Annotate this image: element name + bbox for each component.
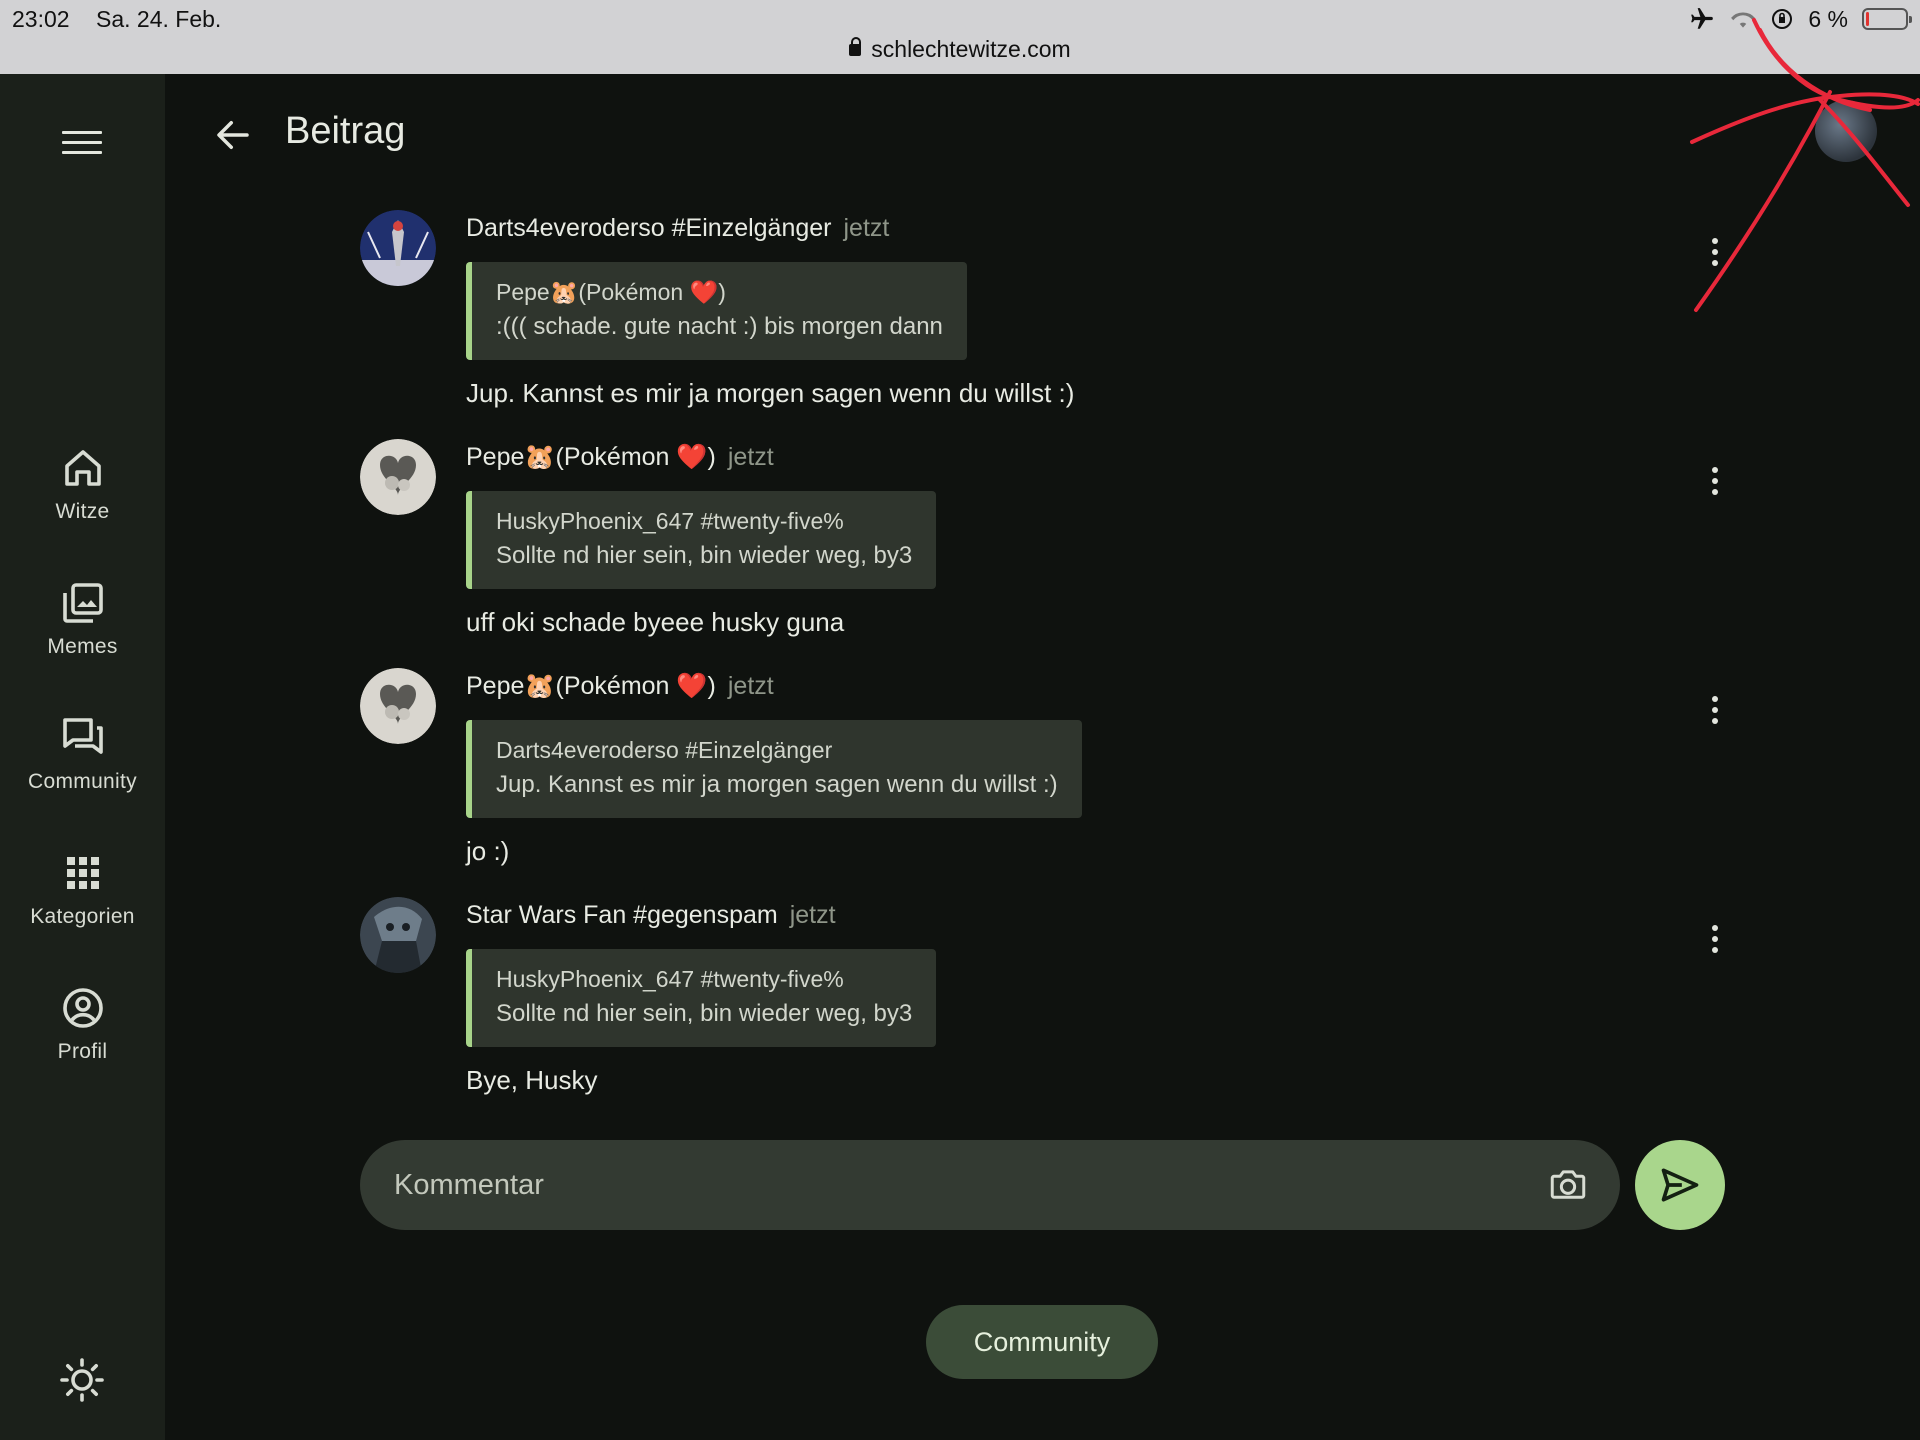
comment-time: jetzt — [843, 214, 890, 242]
browser-status-bar: 23:02 Sa. 24. Feb. 6 % schlechtewitze.co… — [0, 0, 1920, 74]
comment-time: jetzt — [727, 443, 774, 471]
comment-text: jo :) — [466, 836, 510, 866]
address-bar[interactable]: schlechtewitze.com — [0, 36, 1920, 63]
more-vert-icon — [1712, 925, 1718, 931]
quote-text: Sollte nd hier sein, bin wieder weg, by3 — [496, 1000, 913, 1027]
quote-author: Darts4everoderso #Einzelgänger — [496, 737, 833, 763]
comment-author[interactable]: Pepe🐹(Pokémon ❤️) — [466, 672, 716, 700]
grid-apps-icon — [66, 857, 99, 889]
account-circle-icon — [62, 988, 103, 1028]
nav-item-kategorien[interactable]: Kategorien — [0, 849, 165, 929]
status-date: Sa. 24. Feb. — [96, 6, 222, 32]
user-avatar[interactable] — [1815, 100, 1877, 162]
back-arrow-icon[interactable] — [212, 114, 254, 156]
quote-author: HuskyPhoenix_647 #twenty-five% — [496, 966, 844, 992]
send-button[interactable] — [1635, 1140, 1725, 1230]
airplane-icon — [1691, 8, 1714, 29]
comment-input[interactable] — [394, 1140, 1544, 1230]
nav-label-memes: Memes — [47, 635, 118, 658]
quoted-reply[interactable]: HuskyPhoenix_647 #twenty-five% Sollte nd… — [466, 491, 937, 589]
more-vert-icon — [1712, 467, 1718, 473]
battery-percent: 6 % — [1808, 5, 1848, 32]
quote-author: HuskyPhoenix_647 #twenty-five% — [496, 508, 844, 534]
more-options-button[interactable] — [1700, 921, 1730, 957]
page-title: Beitrag — [285, 110, 406, 152]
nav-label-profil: Profil — [57, 1040, 108, 1063]
more-options-button[interactable] — [1700, 463, 1730, 499]
quoted-reply[interactable]: Pepe🐹(Pokémon ❤️) :((( schade. gute nach… — [466, 262, 967, 360]
quote-author: Pepe🐹(Pokémon ❤️) — [496, 279, 726, 305]
comment-author[interactable]: Darts4everoderso #Einzelgänger — [466, 214, 832, 242]
avatar[interactable] — [360, 668, 436, 744]
community-chip[interactable]: Community — [926, 1305, 1158, 1379]
url-text: schlechtewitze.com — [871, 36, 1071, 62]
camera-icon[interactable] — [1546, 1164, 1590, 1206]
orientation-lock-icon — [1772, 9, 1793, 29]
avatar[interactable] — [360, 439, 436, 515]
quoted-reply[interactable]: Darts4everoderso #Einzelgänger Jup. Kann… — [466, 720, 1082, 818]
quote-text: Jup. Kannst es mir ja morgen sagen wenn … — [496, 771, 1058, 798]
quote-text: :((( schade. gute nacht :) bis morgen da… — [496, 313, 943, 340]
nav-item-memes[interactable]: Memes — [0, 579, 165, 659]
comment-text: uff oki schade byeee husky guna — [466, 607, 845, 637]
image-gallery-icon — [62, 583, 103, 623]
avatar[interactable] — [360, 210, 436, 286]
avatar[interactable] — [360, 897, 436, 973]
battery-icon — [1862, 8, 1912, 30]
comment-composer — [360, 1140, 1620, 1230]
comment-text: Bye, Husky — [466, 1065, 598, 1095]
menu-button[interactable] — [62, 122, 102, 162]
nav-item-witze[interactable]: Witze — [0, 444, 165, 524]
nav-label-witze: Witze — [55, 500, 110, 523]
lock-icon — [849, 37, 862, 56]
comment-time: jetzt — [727, 672, 774, 700]
status-time: 23:02 — [12, 6, 70, 32]
home-icon — [64, 450, 101, 486]
nav-label-kategorien: Kategorien — [30, 905, 135, 928]
nav-item-profil[interactable]: Profil — [0, 984, 165, 1064]
more-options-button[interactable] — [1700, 234, 1730, 270]
nav-label-community: Community — [28, 770, 137, 793]
status-icons: 6 % — [1688, 4, 1912, 34]
more-options-button[interactable] — [1700, 692, 1730, 728]
send-icon — [1661, 1168, 1699, 1202]
more-vert-icon — [1712, 696, 1718, 702]
quoted-reply[interactable]: HuskyPhoenix_647 #twenty-five% Sollte nd… — [466, 949, 937, 1047]
forum-icon — [62, 718, 103, 754]
wifi-icon — [1731, 12, 1756, 28]
nav-item-community[interactable]: Community — [0, 714, 165, 794]
hamburger-icon — [62, 130, 102, 134]
comment-time: jetzt — [789, 901, 836, 929]
comment-author[interactable]: Pepe🐹(Pokémon ❤️) — [466, 443, 716, 471]
comment-text: Jup. Kannst es mir ja morgen sagen wenn … — [466, 378, 1075, 408]
comment-author[interactable]: Star Wars Fan #gegenspam — [466, 901, 778, 929]
brightness-icon[interactable] — [58, 1356, 106, 1404]
quote-text: Sollte nd hier sein, bin wieder weg, by3 — [496, 542, 913, 569]
battery-level — [1866, 12, 1869, 26]
more-vert-icon — [1712, 238, 1718, 244]
navigation-rail: Witze Memes Community Kategorien Profil — [0, 74, 165, 1440]
